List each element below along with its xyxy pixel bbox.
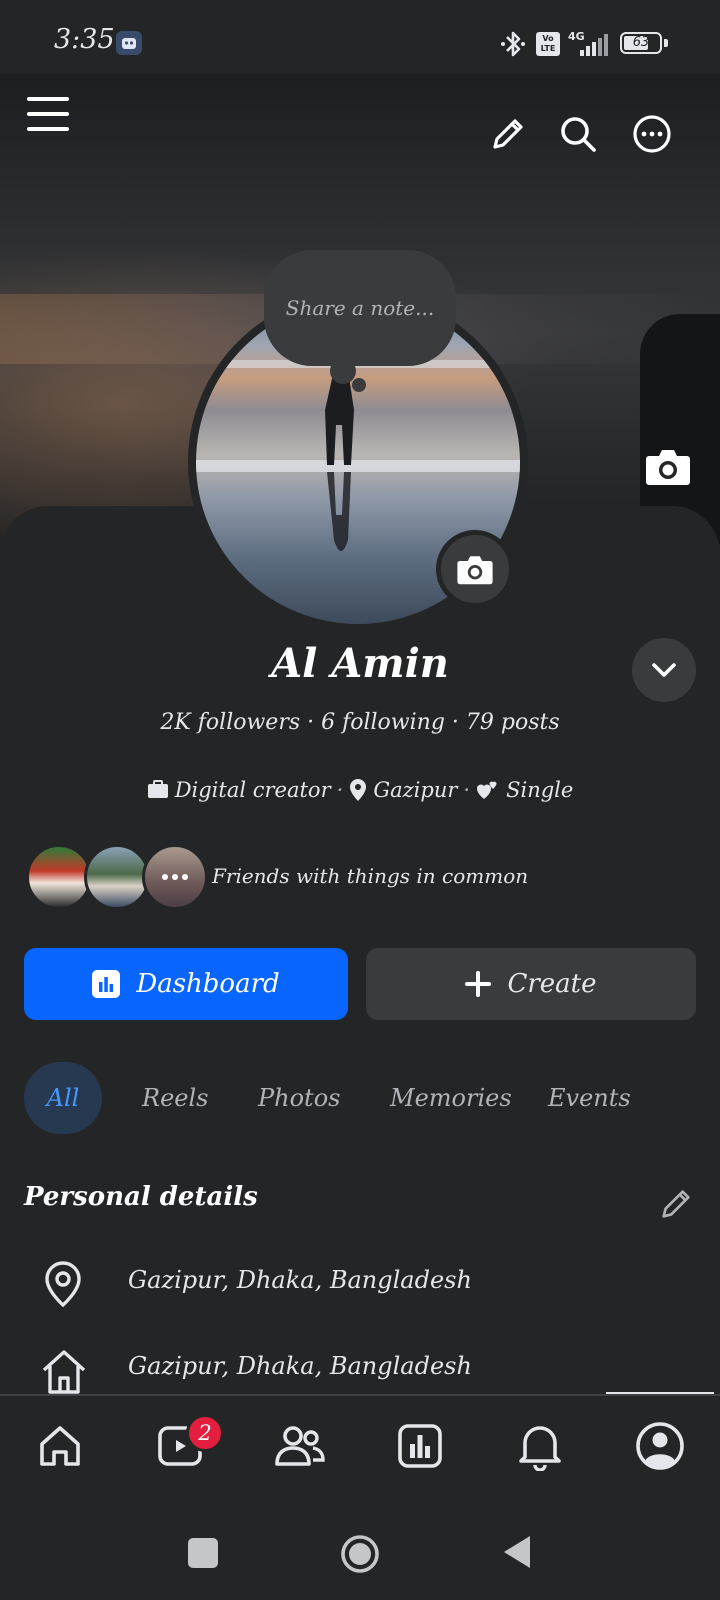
battery-level: 63: [632, 35, 650, 50]
home-icon: [40, 1426, 80, 1466]
pencil-icon: [493, 119, 523, 149]
profile-category: Digital creator: [174, 778, 331, 802]
more-button[interactable]: [630, 112, 674, 156]
edit-cover-button[interactable]: [644, 444, 692, 488]
system-nav-bar: [0, 1504, 720, 1600]
bell-icon: [519, 1426, 561, 1471]
back-triangle-icon: [504, 1536, 530, 1568]
volte-icon: Vo LTE: [536, 32, 560, 56]
friend-avatar[interactable]: [26, 844, 92, 910]
share-note-text: Share a note...: [285, 296, 435, 320]
signal-icon: [566, 34, 612, 62]
dashboard-icon: [398, 1424, 442, 1468]
tab-label: All: [46, 1084, 80, 1112]
ellipsis-icon: [162, 874, 188, 880]
plus-icon: [465, 971, 492, 997]
dashboard-button[interactable]: Dashboard: [24, 948, 348, 1020]
chevron-down-icon: [652, 663, 676, 677]
video-badge-count: 2: [198, 1421, 212, 1445]
status-time: 3:35: [54, 24, 115, 55]
nav-notifications[interactable]: [510, 1416, 570, 1476]
circle-home-icon: [341, 1535, 379, 1573]
profile-relationship: Single: [506, 778, 574, 802]
detail-row-current-city[interactable]: Gazipur, Dhaka, Bangladesh: [0, 1254, 720, 1318]
camera-icon: [457, 556, 493, 585]
create-label: Create: [507, 969, 597, 999]
nav-dashboard[interactable]: [390, 1416, 450, 1476]
detail-row-text: Gazipur, Dhaka, Bangladesh: [128, 1266, 472, 1294]
detail-row-hometown[interactable]: Gazipur, Dhaka, Bangladesh: [0, 1340, 720, 1394]
friends-in-common-text[interactable]: Friends with things in common: [212, 864, 528, 888]
search-button[interactable]: [556, 112, 600, 156]
back-button[interactable]: [502, 1534, 534, 1570]
tab-reels[interactable]: Reels: [142, 1084, 208, 1112]
note-bubble-tail: [330, 358, 356, 384]
hearts-icon: [477, 781, 497, 799]
edit-profile-button[interactable]: [486, 112, 530, 156]
pencil-icon: [662, 1190, 690, 1218]
dashboard-label: Dashboard: [136, 969, 280, 999]
bluetooth-icon: [500, 30, 526, 62]
edit-avatar-button[interactable]: [436, 530, 514, 608]
location-pin-icon: [350, 779, 367, 801]
briefcase-icon: [147, 780, 168, 798]
profile-icon: [636, 1422, 684, 1470]
search-icon: [561, 117, 596, 152]
video-badge: 2: [186, 1414, 224, 1452]
note-bubble-tail-small: [352, 378, 366, 392]
tab-memories[interactable]: Memories: [390, 1084, 512, 1112]
nav-home[interactable]: [30, 1416, 90, 1476]
more-icon: [633, 115, 671, 153]
create-button[interactable]: Create: [366, 948, 696, 1020]
app-notification-icon: [116, 31, 142, 55]
recents-button[interactable]: [188, 1538, 218, 1568]
profile-name: Al Amin: [271, 640, 449, 687]
dashboard-icon: [92, 970, 121, 998]
home-icon: [42, 1350, 86, 1394]
camera-icon: [646, 450, 690, 485]
share-note-bubble[interactable]: Share a note...: [264, 250, 456, 366]
tab-photos[interactable]: Photos: [258, 1084, 340, 1112]
nav-friends[interactable]: [270, 1416, 330, 1476]
expand-profile-button[interactable]: [632, 638, 696, 702]
profile-stats: 2K followers · 6 following · 79 posts: [160, 710, 560, 735]
tab-all[interactable]: All: [24, 1062, 102, 1134]
location-pin-icon: [45, 1261, 81, 1308]
status-bar: 3:35 Vo LTE 4G 63: [0, 0, 720, 74]
separator-dot: ·: [463, 778, 471, 802]
hamburger-icon: [27, 97, 69, 131]
friends-icon: [275, 1426, 325, 1466]
bottom-nav: 2: [0, 1394, 720, 1506]
battery-icon: 63: [620, 32, 668, 54]
tab-events[interactable]: Events: [548, 1084, 631, 1112]
home-system-button[interactable]: [340, 1534, 380, 1574]
menu-button[interactable]: [24, 92, 72, 136]
nav-profile[interactable]: [630, 1416, 690, 1476]
profile-location: Gazipur: [373, 778, 458, 802]
friend-avatar[interactable]: [84, 844, 150, 910]
separator-dot: ·: [336, 778, 344, 802]
more-friends-avatar[interactable]: [142, 844, 208, 910]
detail-row-text: Gazipur, Dhaka, Bangladesh: [128, 1352, 472, 1380]
personal-details-title: Personal details: [24, 1182, 258, 1212]
profile-intro-line: Digital creator · Gazipur · Single: [0, 778, 720, 802]
edit-details-button[interactable]: [654, 1182, 698, 1226]
